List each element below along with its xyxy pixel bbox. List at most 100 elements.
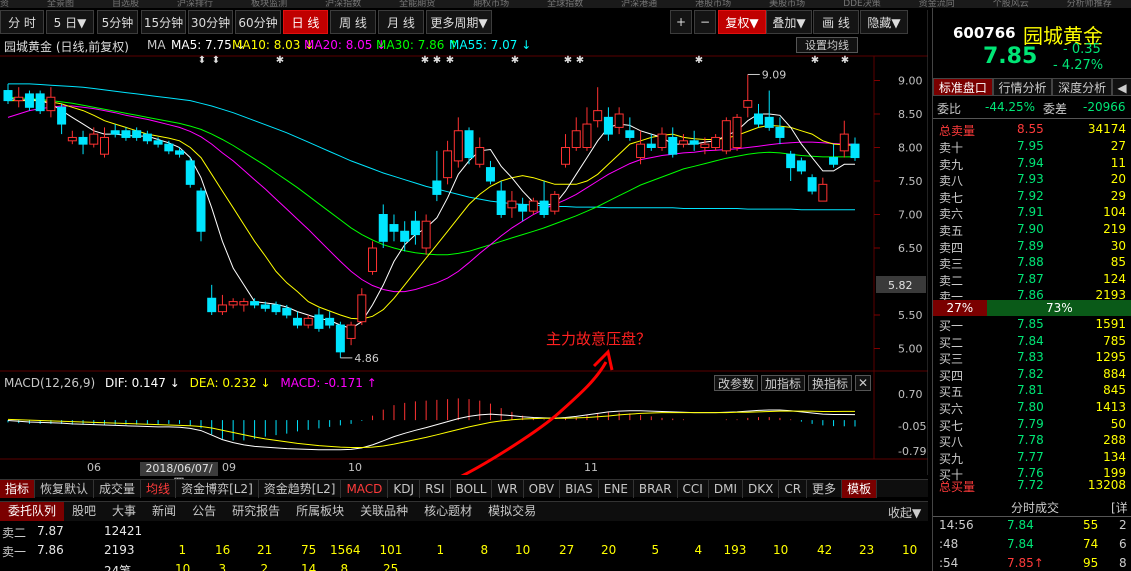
- book-volume: 11: [1110, 155, 1126, 170]
- event-marker[interactable]: ✱: [276, 55, 284, 66]
- bottom-tab[interactable]: 模拟交易: [480, 502, 544, 521]
- bottom-tab[interactable]: 核心题材: [416, 502, 480, 521]
- quote-tab[interactable]: 标准盘口: [933, 78, 993, 96]
- indicator-tab[interactable]: BRAR: [634, 480, 678, 498]
- indicator-tab[interactable]: KDJ: [388, 480, 421, 498]
- indicator-tab[interactable]: CCI: [678, 480, 709, 498]
- bottom-tab[interactable]: 股吧: [64, 502, 104, 521]
- weibi-value: -44.25%: [985, 100, 1036, 114]
- trade-time: 14:56: [939, 518, 974, 532]
- candle-body: [164, 143, 174, 152]
- add-indicator-button[interactable]: 加指标: [761, 375, 805, 391]
- indicator-tab[interactable]: CR: [779, 480, 808, 498]
- event-marker[interactable]: ✱: [433, 55, 441, 66]
- candle-body: [110, 130, 120, 135]
- candle-body: [89, 133, 99, 145]
- queue-row-label: 卖二: [2, 526, 27, 540]
- event-marker[interactable]: ✱: [511, 55, 519, 66]
- event-marker[interactable]: ✱: [421, 55, 429, 66]
- book-label: 卖四: [939, 240, 964, 255]
- pct-change: - 4.27%: [1053, 58, 1104, 73]
- book-price: 8.55: [1017, 122, 1044, 136]
- indicator-tab[interactable]: 模板: [842, 480, 878, 498]
- indicator-tab[interactable]: BOLL: [451, 480, 493, 498]
- trades-more-link[interactable]: [详: [1111, 499, 1128, 516]
- change-params-button[interactable]: 改参数: [714, 375, 758, 391]
- bottom-tab[interactable]: 新闻: [144, 502, 184, 521]
- indicator-tab[interactable]: 均线: [141, 480, 177, 498]
- queue-order: 5: [651, 543, 660, 557]
- book-price: 7.84: [1017, 333, 1044, 348]
- book-volume: 104: [1103, 205, 1126, 220]
- candle-body: [132, 130, 142, 138]
- indicator-tab[interactable]: DMI: [709, 480, 743, 498]
- indicator-tab[interactable]: RSI: [420, 480, 451, 498]
- bottom-tab[interactable]: 研究报告: [224, 502, 288, 521]
- event-marker[interactable]: ✱: [841, 55, 849, 66]
- candle-body: [14, 96, 24, 102]
- indicator-tabs: 指标 恢复默认 成交量 均线 资金博弈[L2] 资金趋势[L2] MACD KDJ RSI BOL…: [0, 479, 928, 498]
- candle-body: [743, 100, 753, 108]
- indicator-tab[interactable]: ENE: [599, 480, 634, 498]
- event-marker[interactable]: ⬍: [212, 55, 220, 66]
- book-price: 7.78: [1017, 433, 1044, 448]
- event-marker[interactable]: ⬍: [198, 55, 206, 66]
- candlestick-chart[interactable]: 9.00 8.50 8.00 7.50 7.00 6.50 5.50 5.00 5.82 0.70…: [0, 0, 928, 475]
- indicator-tab[interactable]: 更多: [807, 480, 843, 498]
- macd-value: MACD: -0.171 ↑: [280, 376, 377, 390]
- bottom-tab[interactable]: 公告: [184, 502, 224, 521]
- top-menu-item[interactable]: 分析师推荐: [1067, 0, 1112, 8]
- candle-body: [839, 133, 849, 152]
- bottom-tab[interactable]: 委托队列: [0, 502, 65, 521]
- indicator-tab[interactable]: 成交量: [94, 480, 142, 498]
- candle-body: [689, 140, 699, 145]
- candle-body: [550, 193, 560, 212]
- candle-body: [303, 317, 313, 326]
- candle-body: [775, 126, 785, 138]
- bottom-tab[interactable]: 大事: [104, 502, 144, 521]
- candle-body: [228, 301, 238, 306]
- queue-order: 27: [559, 543, 575, 557]
- weicha-value: -20966: [1083, 100, 1126, 114]
- book-volume: 785: [1103, 333, 1126, 348]
- book-label: 卖五: [939, 224, 964, 238]
- book-label: 卖八: [939, 174, 964, 189]
- indicator-tab[interactable]: BIAS: [560, 480, 599, 498]
- book-volume: 13208: [1087, 478, 1126, 492]
- event-marker[interactable]: ✱: [576, 55, 584, 66]
- book-row: 买一 7.85 1591: [933, 317, 1131, 334]
- price-axis-label: 5.00: [898, 343, 923, 356]
- price-axis-label: 7.00: [898, 209, 923, 222]
- close-icon[interactable]: ✕: [855, 375, 871, 391]
- indicator-tab[interactable]: 资金趋势[L2]: [259, 480, 342, 498]
- quote-tab[interactable]: 深度分析: [1052, 78, 1113, 96]
- bottom-tab[interactable]: 关联品种: [352, 502, 416, 521]
- event-marker[interactable]: ✱: [811, 55, 819, 66]
- quote-tab[interactable]: ◀: [1112, 78, 1131, 96]
- quote-tab[interactable]: 行情分析: [992, 78, 1053, 96]
- indicator-tab[interactable]: 资金博弈[L2]: [176, 480, 259, 498]
- book-label: 买三: [939, 352, 964, 367]
- bottom-tab[interactable]: 所属板块: [288, 502, 352, 521]
- collapse-button[interactable]: 收起▼: [888, 504, 921, 521]
- top-menu-item[interactable]: 个股风云: [993, 0, 1029, 8]
- book-row: 买八 7.78 288: [933, 433, 1131, 450]
- switch-indicator-button[interactable]: 换指标: [808, 375, 852, 391]
- macd-axis-label: -0.79: [898, 445, 926, 458]
- queue-order: 10: [175, 562, 191, 571]
- indicator-tab[interactable]: 恢复默认: [35, 480, 95, 498]
- indicator-tab[interactable]: WR: [492, 480, 524, 498]
- event-marker[interactable]: ✱: [564, 55, 572, 66]
- queue-order: 14: [301, 562, 317, 571]
- price-axis-label: 8.00: [898, 142, 923, 155]
- book-volume: 288: [1103, 433, 1126, 448]
- candle-body: [314, 314, 324, 329]
- indicator-tab[interactable]: MACD: [341, 480, 389, 498]
- indicator-tab[interactable]: DKX: [743, 480, 780, 498]
- event-marker[interactable]: ✱: [446, 55, 454, 66]
- candle-body: [260, 304, 270, 309]
- indicator-tab[interactable]: OBV: [524, 480, 561, 498]
- book-row: 买六 7.80 1413: [933, 400, 1131, 417]
- indicator-tab[interactable]: 指标: [0, 480, 36, 498]
- event-marker[interactable]: ✱: [695, 55, 703, 66]
